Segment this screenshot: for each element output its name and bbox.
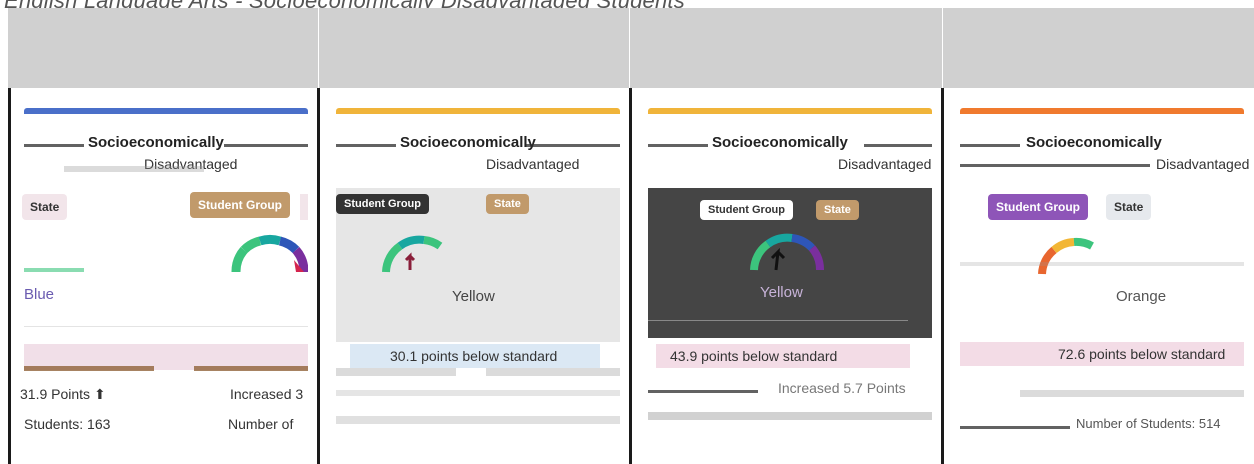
dashboard-card-3[interactable]: Socioeconomically Disadvantaged Student … [648, 108, 932, 464]
performance-color-label: Blue [24, 286, 55, 303]
status-text: 72.6 points below standard [1058, 346, 1226, 362]
state-tag[interactable]: State [22, 194, 68, 220]
smudge-mark [1020, 390, 1244, 397]
card-heading: Socioeconomically [1026, 134, 1162, 151]
header-cell-2 [319, 8, 630, 88]
smudge-mark [336, 368, 456, 376]
state-tag[interactable]: State [486, 194, 529, 214]
change-text: Increased 3 [230, 386, 304, 402]
smudge-mark [336, 416, 620, 424]
status-box: 43.9 points below standard [656, 344, 910, 368]
performance-gauge [1038, 237, 1094, 275]
change-text: Increased 5.7 Points [778, 380, 906, 396]
card-subheading: Disadvantaged [838, 156, 932, 172]
column-divider [8, 88, 11, 464]
smudge-mark [486, 368, 620, 376]
dashboard-card-1[interactable]: Socioeconomically Disadvantaged State St… [20, 108, 308, 464]
scribble-mark [960, 426, 1070, 429]
card-accent-bar [24, 108, 308, 114]
students-text: Students: 163 [24, 416, 111, 432]
smudge-mark [960, 262, 1244, 266]
smudge-mark [336, 390, 620, 396]
status-box: 30.1 points below standard [350, 344, 600, 368]
scribble-mark [960, 164, 1150, 167]
status-text: 30.1 points below standard [390, 348, 558, 364]
divider [24, 326, 308, 327]
arrow-up-circle-icon: ⬆ [93, 386, 106, 402]
card-subheading: Disadvantaged [486, 156, 580, 172]
card-accent-bar [336, 108, 620, 114]
state-tag[interactable]: State [816, 200, 859, 220]
scribble-mark [960, 144, 1020, 147]
student-group-tag[interactable]: Student Group [336, 194, 429, 214]
card-heading: Socioeconomically [400, 134, 536, 151]
scribble-mark [526, 144, 620, 147]
divider [648, 320, 908, 321]
scribble-mark [648, 390, 758, 393]
column-divider [317, 88, 320, 464]
card-accent-bar [960, 108, 1244, 114]
card-heading: Socioeconomically [88, 134, 224, 151]
state-tag[interactable]: State [1106, 194, 1152, 220]
tag-edge [300, 194, 308, 220]
performance-gauge [382, 235, 443, 273]
points-value: 31.9 Points [20, 386, 91, 402]
scribble-mark [24, 144, 84, 147]
students-text: Number of Students: 514 [1076, 416, 1221, 431]
student-group-tag[interactable]: Student Group [190, 192, 290, 218]
points-text: 31.9 Points ⬆ [20, 386, 106, 403]
status-box: 72.6 points below standard [960, 342, 1244, 366]
card-heading: Socioeconomically [712, 134, 848, 151]
smudge-mark [648, 412, 932, 420]
performance-gauge [231, 235, 308, 273]
header-cell-1 [8, 8, 319, 88]
performance-color-label: Yellow [760, 284, 803, 301]
scribble-mark [864, 144, 932, 147]
scribble-mark [648, 144, 708, 147]
student-group-tag[interactable]: Student Group [988, 194, 1088, 220]
student-group-tag[interactable]: Student Group [700, 200, 793, 220]
performance-gauge [750, 233, 824, 271]
column-divider [629, 88, 632, 464]
card-subheading: Disadvantaged [1156, 156, 1250, 172]
smudge-mark [24, 268, 84, 272]
performance-color-label: Yellow [452, 288, 495, 305]
scribble-mark [194, 366, 308, 371]
dashboard-card-4[interactable]: Socioeconomically Disadvantaged Student … [960, 108, 1249, 464]
column-divider [941, 88, 944, 464]
card-accent-bar [648, 108, 932, 114]
header-cell-3 [630, 8, 943, 88]
smudge-mark [64, 166, 204, 172]
performance-color-label: Orange [1116, 288, 1167, 305]
scribble-mark [224, 144, 308, 147]
status-text: 43.9 points below standard [670, 348, 838, 364]
scribble-mark [24, 366, 154, 371]
dashboard-card-2[interactable]: Socioeconomically Disadvantaged Student … [336, 108, 620, 464]
scribble-mark [336, 144, 396, 147]
number-of-text: Number of [228, 416, 294, 432]
